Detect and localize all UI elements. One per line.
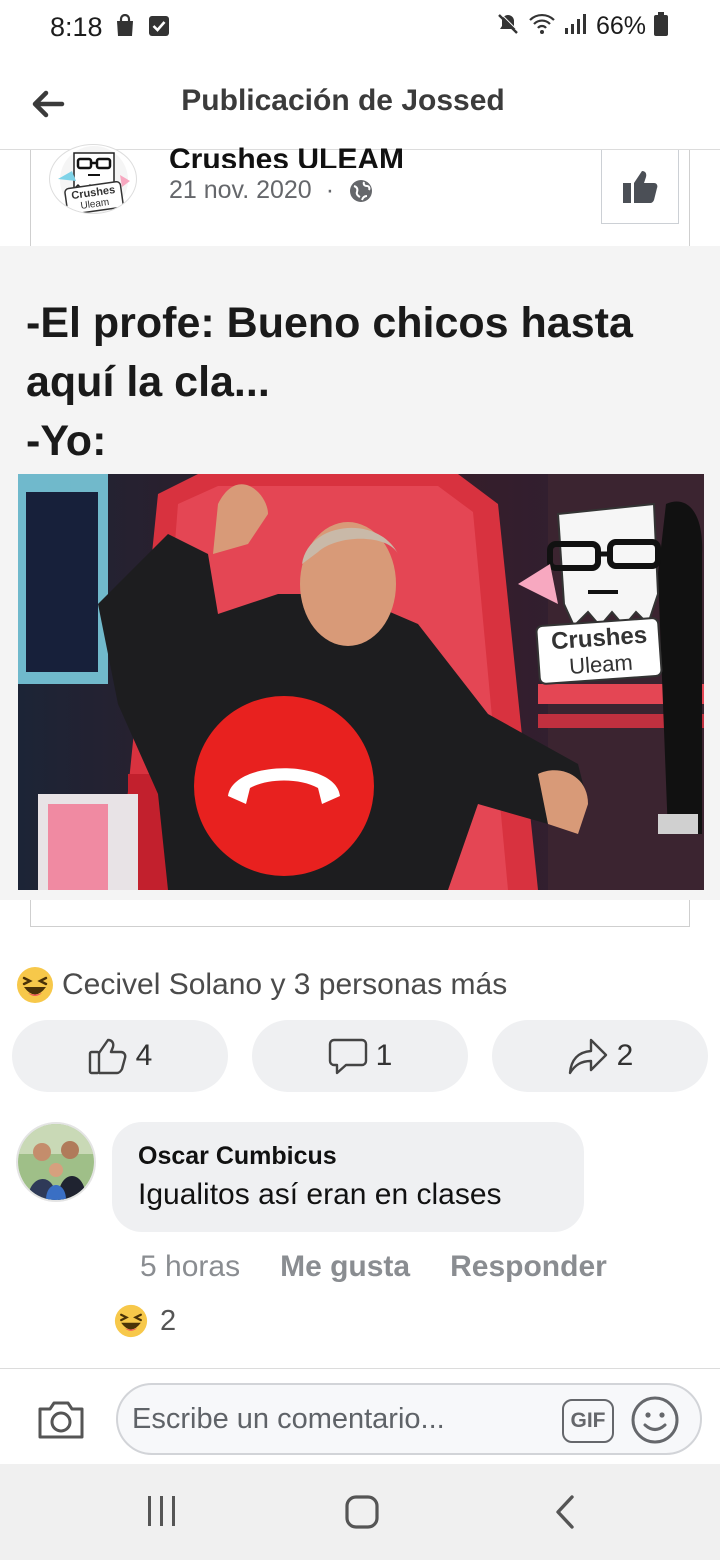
shared-card-footer bbox=[30, 900, 690, 927]
commenter-avatar[interactable] bbox=[16, 1122, 96, 1202]
meme-photo: Crushes Uleam bbox=[18, 474, 704, 890]
comment-author[interactable]: Oscar Cumbicus bbox=[138, 1142, 337, 1171]
share-arrow-icon bbox=[568, 1038, 607, 1075]
page-title: Publicación de Jossed bbox=[181, 84, 505, 117]
share-button[interactable]: 2 bbox=[492, 1020, 708, 1092]
comment-composer: GIF bbox=[0, 1368, 720, 1464]
thumbs-up-icon bbox=[623, 170, 658, 203]
like-button[interactable]: 4 bbox=[12, 1020, 228, 1092]
chevron-left-icon bbox=[556, 1495, 574, 1529]
page-name[interactable]: Crushes ULEAM bbox=[169, 142, 404, 168]
reactions-text: Cecivel Solano y 3 personas más bbox=[62, 968, 508, 1001]
action-bar: 4 1 2 bbox=[12, 1020, 708, 1092]
comment-like-button[interactable]: Me gusta bbox=[280, 1250, 410, 1284]
reactions-summary[interactable]: Cecivel Solano y 3 personas más bbox=[16, 966, 507, 1004]
comment-text: Igualitos así eran en clases bbox=[138, 1178, 502, 1211]
laughing-face-icon bbox=[17, 967, 53, 1003]
share-count: 2 bbox=[616, 1039, 634, 1072]
camera-icon bbox=[38, 1401, 84, 1439]
shopping-bag-icon bbox=[114, 13, 136, 43]
comment-reaction-count: 2 bbox=[160, 1304, 177, 1337]
status-time: 8:18 bbox=[50, 12, 103, 42]
post-date[interactable]: 21 nov. 2020 bbox=[169, 176, 312, 205]
meme-line-2: aquí la cla... bbox=[26, 358, 270, 406]
comment-input[interactable] bbox=[132, 1399, 552, 1439]
meme-caption: -El profe: Bueno chicos hasta aquí la cl… bbox=[26, 294, 716, 471]
comment-count: 1 bbox=[375, 1039, 393, 1072]
checkbox-icon bbox=[148, 14, 170, 43]
home-button[interactable] bbox=[344, 1494, 380, 1535]
comment-reactions[interactable]: 2 bbox=[114, 1304, 176, 1338]
system-nav-bar bbox=[0, 1464, 720, 1560]
post-image[interactable]: -El profe: Bueno chicos hasta aquí la cl… bbox=[0, 246, 720, 900]
comment-button[interactable]: 1 bbox=[252, 1020, 468, 1092]
comment-time: 5 horas bbox=[140, 1250, 241, 1283]
camera-button[interactable] bbox=[36, 1397, 86, 1446]
watermark-text-2: Uleam bbox=[568, 650, 633, 679]
laughing-face-icon bbox=[114, 1304, 148, 1338]
post-meta: 21 nov. 2020 · bbox=[169, 176, 374, 205]
signal-icon bbox=[564, 13, 588, 40]
mute-icon bbox=[496, 12, 520, 41]
page-avatar[interactable]: Crushes Uleam bbox=[49, 144, 137, 214]
comment-reply-button[interactable]: Responder bbox=[450, 1250, 607, 1284]
home-icon bbox=[345, 1495, 379, 1529]
thumbs-up-outline-icon bbox=[88, 1038, 127, 1075]
shared-post-card[interactable]: Crushes Uleam Crushes ULEAM 21 nov. 2020… bbox=[30, 143, 690, 246]
meme-line-1: -El profe: Bueno chicos hasta bbox=[26, 299, 633, 347]
app-header: Publicación de Jossed bbox=[0, 56, 720, 150]
comment-bubble-icon bbox=[328, 1038, 367, 1075]
gif-button[interactable]: GIF bbox=[562, 1399, 614, 1443]
emoji-button[interactable] bbox=[630, 1395, 680, 1450]
comment-meta: 5 horas Me gusta Responder bbox=[140, 1250, 607, 1284]
like-page-button[interactable] bbox=[601, 150, 679, 224]
meta-separator: · bbox=[325, 176, 335, 204]
globe-icon bbox=[350, 179, 373, 202]
like-count: 4 bbox=[135, 1039, 153, 1072]
battery-percent: 66% bbox=[595, 12, 646, 40]
meme-line-3: -Yo: bbox=[26, 417, 107, 465]
status-bar: 8:18 66% bbox=[0, 0, 720, 56]
comment-bubble[interactable]: Oscar Cumbicus Igualitos así eran en cla… bbox=[112, 1122, 584, 1232]
comment-input-box[interactable]: GIF bbox=[116, 1383, 702, 1455]
battery-icon bbox=[654, 12, 668, 41]
recent-apps-button[interactable] bbox=[146, 1494, 178, 1533]
recent-apps-icon bbox=[148, 1496, 175, 1526]
smiley-icon bbox=[631, 1396, 679, 1444]
system-back-button[interactable] bbox=[552, 1494, 578, 1535]
wifi-icon bbox=[528, 13, 556, 40]
